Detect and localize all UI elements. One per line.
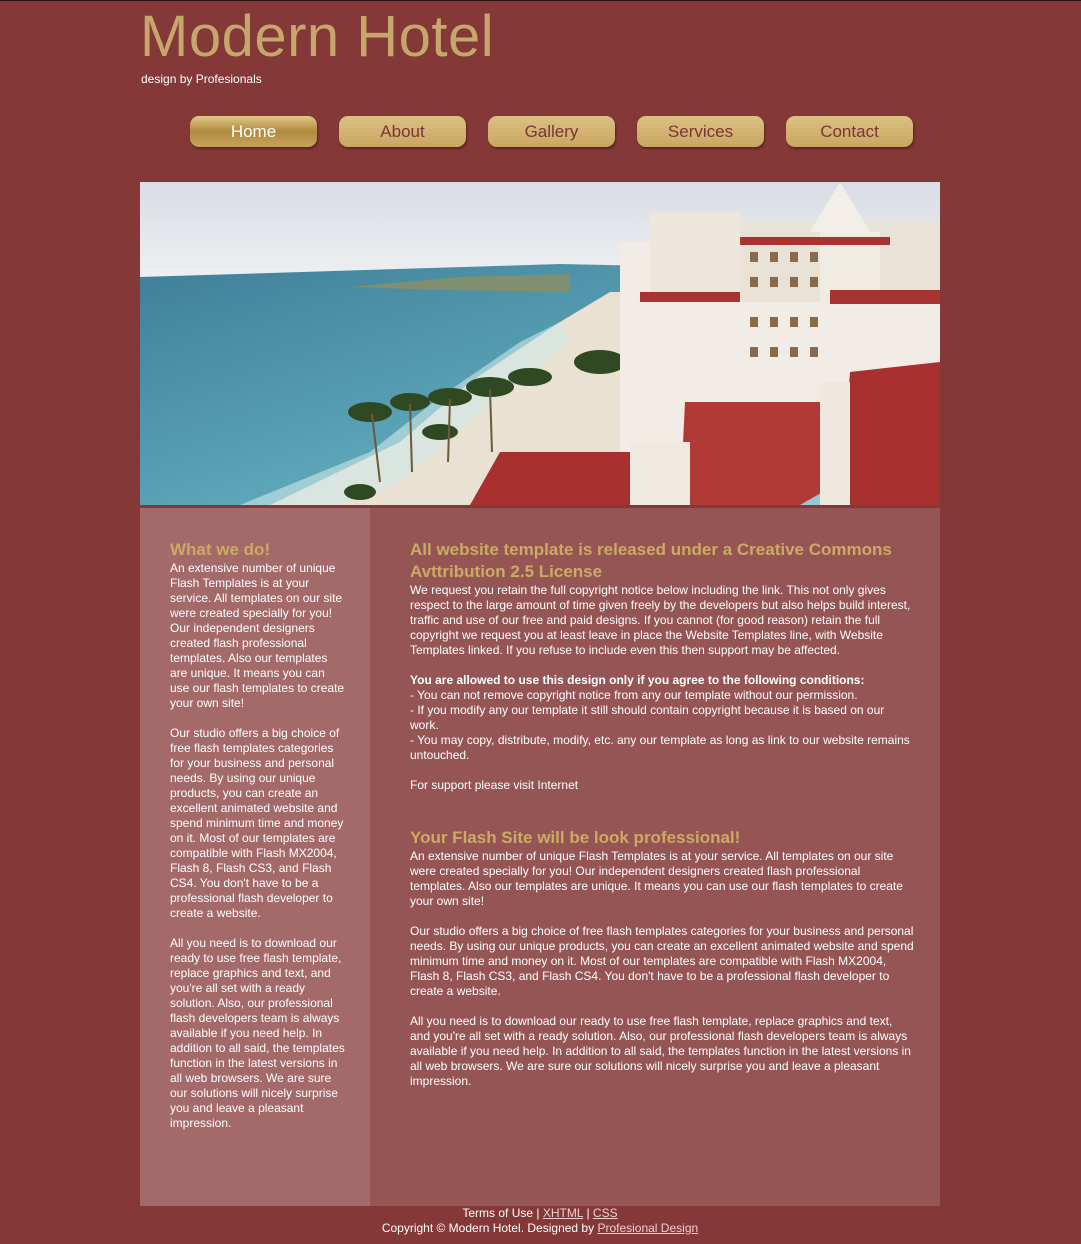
condition-item: - You can not remove copyright notice fr… [410, 688, 858, 702]
css-link[interactable]: CSS [593, 1206, 618, 1220]
flash-paragraph: All you need is to download our ready to… [410, 1014, 911, 1088]
terms-link[interactable]: Terms of Use [462, 1206, 533, 1220]
designer-link[interactable]: Profesional Design [597, 1221, 698, 1235]
nav-contact[interactable]: Contact [786, 116, 913, 147]
nav-about[interactable]: About [339, 116, 466, 147]
footer: Terms of Use | XHTML | CSS Copyright © M… [140, 1206, 940, 1236]
sidebar-heading: What we do! [170, 540, 271, 559]
nav-services[interactable]: Services [637, 116, 764, 147]
site-title: Modern Hotel [140, 4, 495, 69]
copyright-text: Copyright © Modern Hotel. Designed by [381, 1221, 595, 1235]
sidebar-paragraph: An extensive number of unique Flash Temp… [170, 561, 345, 710]
condition-item: - If you modify any our template it stil… [410, 703, 885, 732]
conditions-title: You are allowed to use this design only … [410, 673, 865, 687]
condition-item: - You may copy, distribute, modify, etc.… [410, 733, 910, 762]
flash-paragraph: An extensive number of unique Flash Temp… [410, 849, 903, 908]
xhtml-link[interactable]: XHTML [543, 1206, 583, 1220]
hero-image [140, 182, 940, 505]
sidebar-paragraph: All you need is to download our ready to… [170, 936, 345, 1130]
flash-paragraph: Our studio offers a big choice of free f… [410, 924, 914, 998]
flash-heading: Your Flash Site will be look professiona… [410, 828, 741, 847]
license-intro: We request you retain the full copyright… [410, 583, 911, 657]
license-heading: All website template is released under a… [410, 540, 892, 581]
main-content: All website template is released under a… [410, 539, 915, 1089]
footer-separator: | [586, 1206, 590, 1220]
footer-separator: | [536, 1206, 540, 1220]
sidebar-paragraph: Our studio offers a big choice of free f… [170, 726, 344, 920]
nav-home[interactable]: Home [190, 116, 317, 147]
sidebar: What we do! An extensive number of uniqu… [140, 508, 370, 1206]
nav-gallery[interactable]: Gallery [488, 116, 615, 147]
support-text: For support please visit Internet [410, 778, 579, 792]
site-tagline: design by Profesionals [141, 72, 262, 86]
